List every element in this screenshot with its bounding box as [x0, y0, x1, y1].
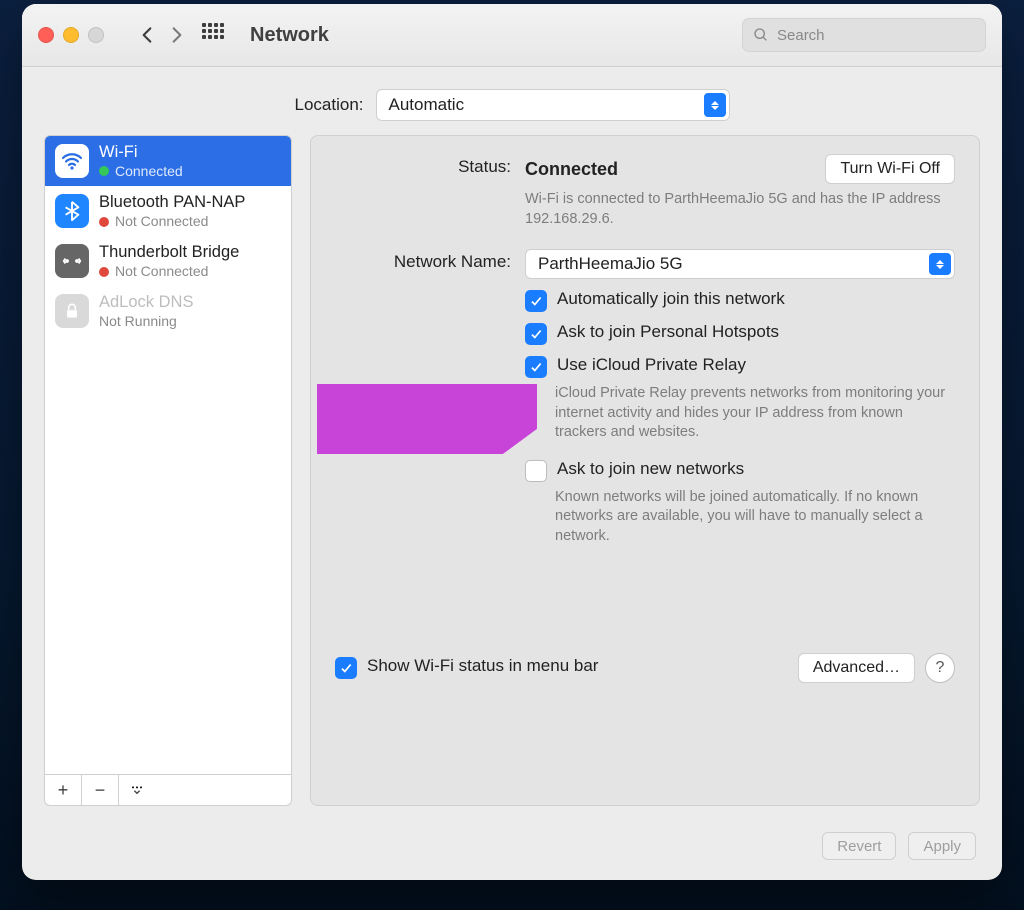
forward-button[interactable] [162, 20, 192, 50]
status-label: Status: [335, 154, 511, 229]
sidebar-item-adlock-dns[interactable]: AdLock DNS Not Running [45, 286, 291, 336]
bluetooth-icon [55, 194, 89, 228]
search-icon [753, 27, 769, 43]
network-name-value: ParthHeemaJio 5G [538, 254, 683, 274]
service-name: Wi-Fi [99, 142, 183, 163]
add-service-button[interactable]: + [45, 775, 82, 805]
service-status: Not Running [99, 313, 177, 331]
chevron-up-down-icon [929, 253, 951, 275]
auto-join-label: Automatically join this network [557, 289, 785, 309]
help-button[interactable]: ? [925, 653, 955, 683]
use-private-relay-checkbox[interactable] [525, 356, 547, 378]
minimize-window-button[interactable] [63, 27, 79, 43]
status-description: Wi-Fi is connected to ParthHeemaJio 5G a… [525, 190, 955, 229]
sidebar-item-bluetooth-pan[interactable]: Bluetooth PAN-NAP Not Connected [45, 186, 291, 236]
status-dot-red [99, 267, 109, 277]
advanced-button[interactable]: Advanced… [798, 653, 915, 683]
ask-hotspots-label: Ask to join Personal Hotspots [557, 322, 779, 342]
service-actions-menu[interactable] [119, 775, 155, 805]
network-name-popup[interactable]: ParthHeemaJio 5G [525, 249, 955, 279]
ask-new-networks-checkbox[interactable] [525, 460, 547, 482]
show-wifi-menubar-label: Show Wi-Fi status in menu bar [367, 656, 598, 676]
remove-service-button[interactable]: − [82, 775, 119, 805]
auto-join-checkbox[interactable] [525, 290, 547, 312]
close-window-button[interactable] [38, 27, 54, 43]
status-dot-red [99, 217, 109, 227]
status-dot-green [99, 166, 109, 176]
search-placeholder: Search [777, 27, 825, 44]
footer-buttons: Revert Apply [22, 818, 1002, 880]
private-relay-description: iCloud Private Relay prevents networks f… [555, 384, 955, 443]
apply-button[interactable]: Apply [908, 832, 976, 860]
sidebar-item-wifi[interactable]: Wi-Fi Connected [45, 136, 291, 186]
zoom-window-button[interactable] [88, 27, 104, 43]
services-list-toolbar: + − [44, 775, 292, 806]
wifi-icon [55, 144, 89, 178]
location-row: Location: Automatic [22, 67, 1002, 135]
network-services-list[interactable]: Wi-Fi Connected Bluetooth PAN-NAP Not Co… [44, 135, 292, 775]
service-status: Connected [115, 163, 183, 181]
service-name: AdLock DNS [99, 292, 193, 313]
annotation-arrow-icon [317, 384, 537, 454]
sidebar: Wi-Fi Connected Bluetooth PAN-NAP Not Co… [44, 135, 292, 806]
chevron-up-down-icon [704, 93, 726, 117]
turn-wifi-off-button[interactable]: Turn Wi-Fi Off [825, 154, 955, 184]
location-popup[interactable]: Automatic [376, 89, 730, 121]
network-prefpane-window: Network Search Location: Automatic Wi-Fi [22, 4, 1002, 880]
wifi-detail-panel: Status: Connected Turn Wi-Fi Off Wi-Fi i… [310, 135, 980, 806]
search-field[interactable]: Search [742, 18, 986, 52]
titlebar: Network Search [22, 4, 1002, 67]
use-private-relay-label: Use iCloud Private Relay [557, 355, 746, 375]
window-controls [38, 27, 104, 43]
ask-hotspots-checkbox[interactable] [525, 323, 547, 345]
sidebar-item-thunderbolt-bridge[interactable]: Thunderbolt Bridge Not Connected [45, 236, 291, 286]
ask-new-networks-label: Ask to join new networks [557, 459, 744, 479]
back-button[interactable] [132, 20, 162, 50]
status-value: Connected [525, 159, 618, 180]
content-split: Wi-Fi Connected Bluetooth PAN-NAP Not Co… [22, 135, 1002, 818]
show-wifi-menubar-checkbox[interactable] [335, 657, 357, 679]
location-value: Automatic [389, 95, 465, 115]
thunderbolt-icon [55, 244, 89, 278]
service-name: Bluetooth PAN-NAP [99, 192, 245, 213]
ask-new-networks-description: Known networks will be joined automatica… [555, 488, 955, 547]
window-title: Network [250, 24, 329, 47]
show-all-prefpanes-button[interactable] [202, 23, 226, 47]
service-status: Not Connected [115, 263, 208, 281]
revert-button[interactable]: Revert [822, 832, 896, 860]
lock-icon [55, 294, 89, 328]
service-name: Thunderbolt Bridge [99, 242, 239, 263]
location-label: Location: [295, 95, 364, 115]
service-status: Not Connected [115, 213, 208, 231]
